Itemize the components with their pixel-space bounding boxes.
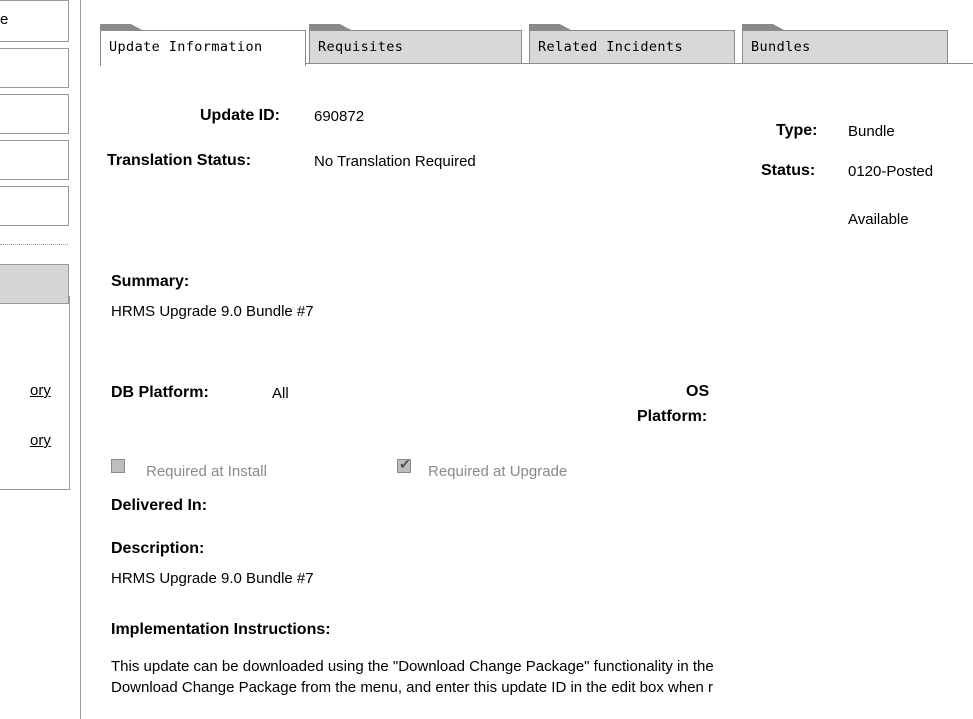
translation-status-label: Translation Status: xyxy=(107,152,252,169)
update-id-value: 690872 xyxy=(314,108,365,125)
implementation-instructions-label: Implementation Instructions: xyxy=(111,621,331,638)
sidebar-link-2[interactable]: ory xyxy=(30,432,51,449)
os-platform-label-line1: OS xyxy=(686,383,710,400)
tab-label: Requisites xyxy=(318,39,404,55)
translation-status-value: No Translation Required xyxy=(314,153,476,170)
status-label: Status: xyxy=(761,162,816,179)
required-at-upgrade-checkbox: ✔ xyxy=(397,456,411,473)
summary-label: Summary: xyxy=(111,273,190,290)
os-platform-label-line2: Platform: xyxy=(637,408,708,425)
sidebar-divider xyxy=(0,244,68,245)
vertical-divider xyxy=(80,0,81,719)
type-label: Type: xyxy=(776,122,818,139)
tab-label: Related Incidents xyxy=(538,39,683,55)
required-at-install-label: Required at Install xyxy=(146,463,267,480)
tab-ear xyxy=(529,24,573,31)
implementation-line-2: Download Change Package from the menu, a… xyxy=(111,679,714,696)
implementation-line-1: This update can be downloaded using the … xyxy=(111,658,714,675)
required-at-install-checkbox xyxy=(111,459,125,473)
sidebar-item-1[interactable]: e xyxy=(0,0,69,42)
tab-label: Update Information xyxy=(109,39,263,55)
status-value: 0120-Posted xyxy=(848,163,934,180)
description-value: HRMS Upgrade 9.0 Bundle #7 xyxy=(111,570,314,587)
sidebar-item-4[interactable] xyxy=(0,140,69,180)
description-label: Description: xyxy=(111,540,205,557)
tab-label: Bundles xyxy=(751,39,811,55)
tab-bar: Update Information Requisites Related In… xyxy=(100,20,973,66)
update-id-label: Update ID: xyxy=(200,107,280,124)
tab-update-information[interactable]: Update Information xyxy=(100,24,306,66)
sidebar-item-2[interactable] xyxy=(0,48,69,88)
left-sidebar: e ory ory xyxy=(0,0,72,490)
delivered-in-label: Delivered In: xyxy=(111,497,208,514)
status-availability: Available xyxy=(848,211,909,228)
sidebar-item-1-label: e xyxy=(0,11,9,28)
db-platform-label: DB Platform: xyxy=(111,384,209,401)
checkmark-icon: ✔ xyxy=(399,456,411,472)
sidebar-item-5[interactable] xyxy=(0,186,69,226)
tab-bundles[interactable]: Bundles xyxy=(742,24,948,64)
tab-ear xyxy=(100,24,144,31)
sidebar-selected-item[interactable] xyxy=(0,264,69,304)
tab-ear xyxy=(309,24,353,31)
summary-value: HRMS Upgrade 9.0 Bundle #7 xyxy=(111,303,314,320)
db-platform-value: All xyxy=(272,385,289,402)
required-at-upgrade-label: Required at Upgrade xyxy=(428,463,568,480)
type-value: Bundle xyxy=(848,123,895,140)
tab-related-incidents[interactable]: Related Incidents xyxy=(529,24,735,64)
sidebar-link-1[interactable]: ory xyxy=(30,382,51,399)
tab-ear xyxy=(742,24,786,31)
tab-requisites[interactable]: Requisites xyxy=(309,24,522,64)
sidebar-item-3[interactable] xyxy=(0,94,69,134)
